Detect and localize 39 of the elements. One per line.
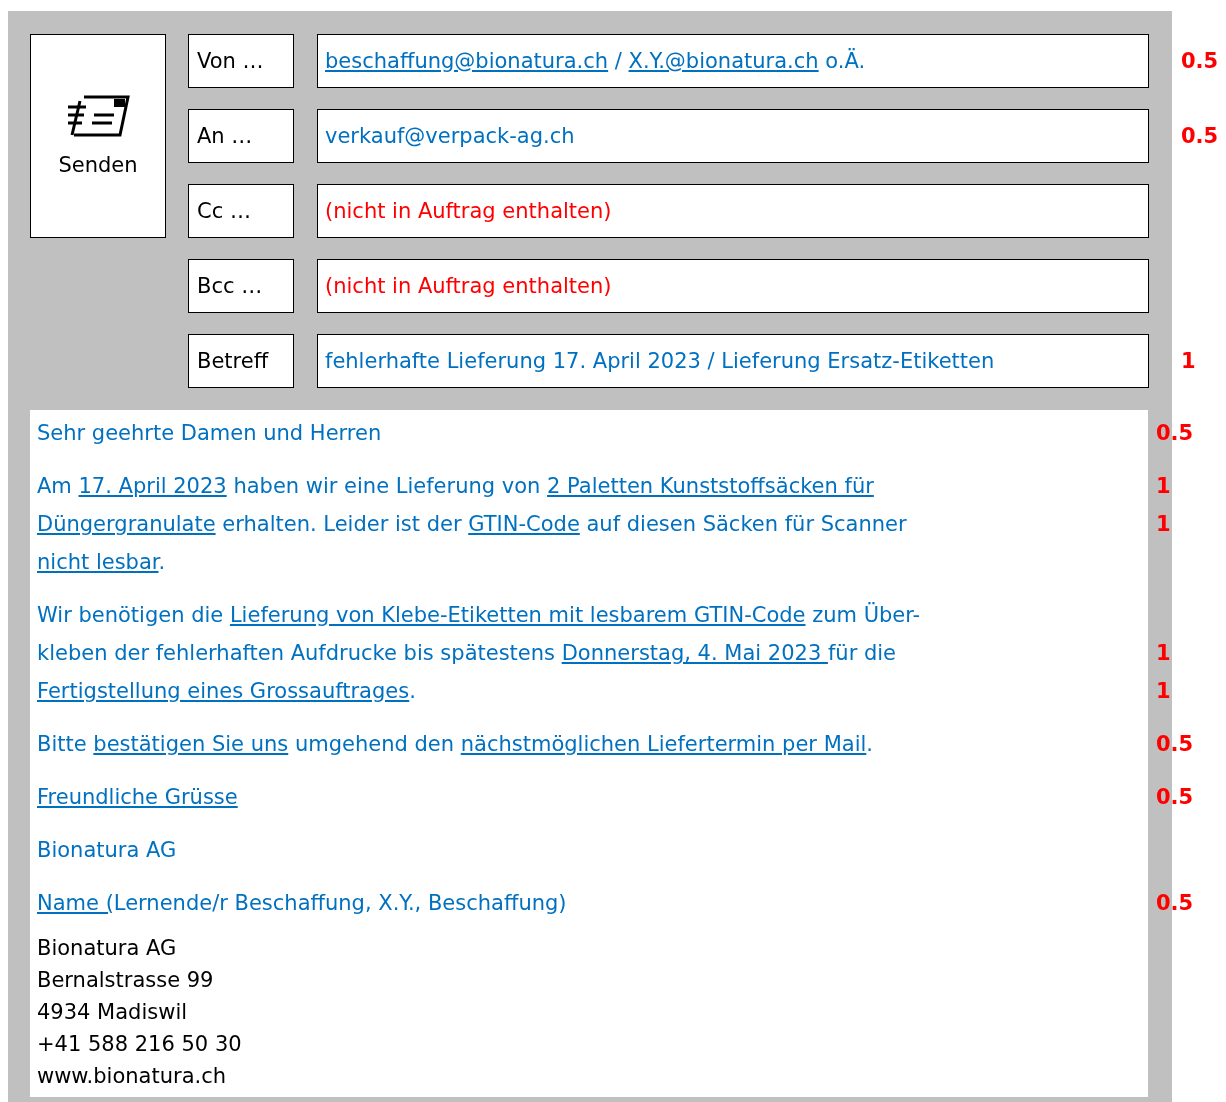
field-value[interactable]: (nicht in Auftrag enthalten): [317, 184, 1149, 238]
score-text: 0.5: [1180, 48, 1220, 75]
letter-text-line: Düngergranulate erhalten. Leider ist der GTIN-Code auf diesen Säcken für Scanner: [36, 511, 908, 538]
score-text: 0.5: [1155, 890, 1195, 917]
letter-text-line: Freundliche Grüsse: [36, 784, 239, 811]
score-text: 0.5: [1155, 731, 1195, 758]
score-text: 1: [1155, 511, 1172, 538]
field-label[interactable]: An …: [188, 109, 294, 163]
score-text: 1: [1155, 640, 1172, 667]
letter-text-line: Fertigstellung eines Grossauftrages.: [36, 678, 417, 705]
field-value[interactable]: beschaffung@bionatura.ch / X.Y.@bionatura.ch o.Ä.: [317, 34, 1149, 88]
score-text: 1: [1180, 348, 1197, 375]
signature-line: Bionatura AG: [36, 935, 178, 962]
signature-line: www.bionatura.ch: [36, 1063, 228, 1090]
letter-text-line: Bitte bestätigen Sie uns umgehend den nächstmöglichen Liefertermin per Mail.: [36, 731, 874, 758]
field-value[interactable]: (nicht in Auftrag enthalten): [317, 259, 1149, 313]
field-label[interactable]: Betreff: [188, 334, 294, 388]
letter-text-line: nicht lesbar.: [36, 549, 167, 576]
letter-text-line: Am 17. April 2023 haben wir eine Lieferung von 2 Paletten Kunststoffsäcken für: [36, 473, 875, 500]
send-button[interactable]: Senden: [30, 34, 166, 238]
signature-line: 4934 Madiswil: [36, 999, 189, 1026]
send-mail-icon: [66, 95, 130, 137]
letter-text-line: Sehr geehrte Damen und Herren: [36, 420, 383, 447]
letter-text-line: Wir benötigen die Lieferung von Klebe-Etiketten mit lesbarem GTIN-Code zum Über-: [36, 601, 922, 629]
signature-line: Bernalstrasse 99: [36, 967, 215, 994]
score-text: 0.5: [1180, 123, 1220, 150]
field-value[interactable]: fehlerhafte Lieferung 17. April 2023 / Lieferung Ersatz-Etiketten: [317, 334, 1149, 388]
field-label[interactable]: Bcc …: [188, 259, 294, 313]
field-label[interactable]: Cc …: [188, 184, 294, 238]
score-text: 0.5: [1155, 420, 1195, 447]
field-value[interactable]: verkauf@verpack-ag.ch: [317, 109, 1149, 163]
score-text: 1: [1155, 473, 1172, 500]
letter-text-line: Bionatura AG: [36, 837, 178, 864]
field-label[interactable]: Von …: [188, 34, 294, 88]
letter-text-line: kleben der fehlerhaften Aufdrucke bis spätestens Donnerstag, 4. Mai 2023 für die: [36, 640, 898, 667]
score-text: 1: [1155, 678, 1172, 705]
letter-text-line: Name (Lernende/r Beschaffung, X.Y., Beschaffung): [36, 890, 568, 917]
signature-line: +41 588 216 50 30: [36, 1031, 243, 1058]
score-text: 0.5: [1155, 784, 1195, 811]
